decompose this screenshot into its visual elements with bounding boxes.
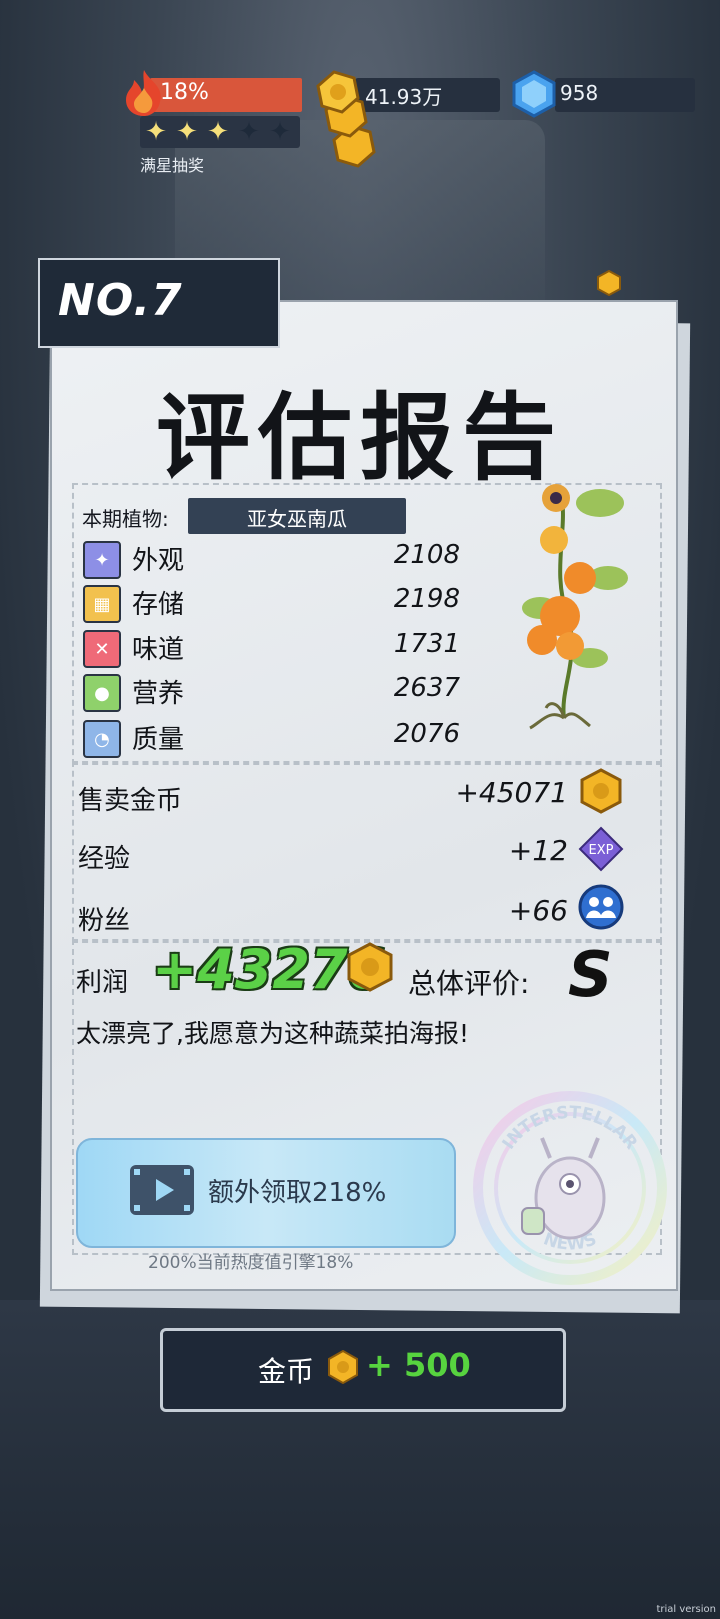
fans-icon bbox=[578, 884, 624, 930]
plant-label: 本期植物: bbox=[82, 507, 169, 531]
utensils-icon: ✕ bbox=[83, 630, 121, 668]
interstellar-news-stamp: INTERSTELLAR NEWS bbox=[473, 1091, 667, 1285]
stat-label-appearance: 外观 bbox=[132, 546, 185, 576]
fans-value: +66 bbox=[508, 894, 568, 927]
apple-icon: ● bbox=[83, 674, 121, 712]
overall-rating-label: 总体评价: bbox=[408, 967, 530, 1000]
sell-coins-label: 售卖金币 bbox=[78, 786, 183, 816]
muscle-icon: ◔ bbox=[83, 720, 121, 758]
coin-icon bbox=[328, 1350, 358, 1384]
video-play-icon bbox=[130, 1165, 194, 1215]
stat-value-storage: 2198 bbox=[393, 584, 460, 614]
exp-label: 经验 bbox=[78, 844, 131, 874]
heat-hint: 200%当前热度值引擎18% bbox=[148, 1253, 354, 1273]
heat-percent: 18% bbox=[160, 80, 209, 105]
stat-label-taste: 味道 bbox=[132, 635, 185, 665]
report-number: NO.7 bbox=[58, 275, 183, 326]
stat-label-nutrition: 营养 bbox=[132, 679, 185, 709]
collect-coins-amount: + 500 bbox=[366, 1346, 471, 1384]
star-icon: ✦ bbox=[145, 117, 167, 147]
stat-value-nutrition: 2637 bbox=[393, 673, 460, 703]
stat-label-quality: 质量 bbox=[132, 725, 185, 755]
stat-value-taste: 1731 bbox=[393, 629, 460, 659]
collect-coins-label: 金币 bbox=[258, 1355, 315, 1388]
exp-badge-icon: EXP bbox=[578, 826, 624, 872]
collect-coins-button[interactable] bbox=[160, 1328, 566, 1412]
star-icon: ✦ bbox=[269, 117, 291, 147]
coin-icon bbox=[580, 768, 622, 814]
profit-label: 利润 bbox=[76, 968, 129, 998]
star-icon: ✦ bbox=[238, 117, 260, 147]
trial-version-watermark: trial version bbox=[656, 1604, 716, 1615]
stat-value-appearance: 2108 bbox=[393, 540, 460, 570]
plant-name: 亚女巫南瓜 bbox=[247, 507, 347, 531]
exp-value: +12 bbox=[508, 834, 568, 867]
fans-label: 粉丝 bbox=[78, 906, 131, 936]
watch-ad-label: 额外领取218% bbox=[208, 1178, 387, 1208]
coin-amount: 41.93万 bbox=[365, 85, 443, 109]
gem-amount: 958 bbox=[560, 81, 599, 105]
gem-icon bbox=[512, 70, 556, 118]
star-icon: ✦ bbox=[207, 117, 229, 147]
overall-grade: S bbox=[568, 938, 613, 1011]
box-icon: ▦ bbox=[83, 585, 121, 623]
svg-text:EXP: EXP bbox=[589, 843, 614, 858]
stat-label-storage: 存储 bbox=[132, 590, 185, 620]
coin-icon bbox=[597, 270, 621, 296]
review-comment: 太漂亮了,我愿意为这种蔬菜拍海报! bbox=[76, 1019, 469, 1048]
pumpkin-plant-image bbox=[522, 484, 628, 730]
star-rating[interactable]: ✦ ✦ ✦ ✦ ✦ bbox=[140, 116, 300, 148]
coin-icon bbox=[347, 942, 393, 992]
stat-value-quality: 2076 bbox=[393, 719, 460, 749]
star-icon: ✦ bbox=[176, 117, 198, 147]
star-caption: 满星抽奖 bbox=[140, 156, 205, 175]
sell-coins-value: +45071 bbox=[455, 776, 568, 809]
sparkle-icon: ✦ bbox=[83, 541, 121, 579]
